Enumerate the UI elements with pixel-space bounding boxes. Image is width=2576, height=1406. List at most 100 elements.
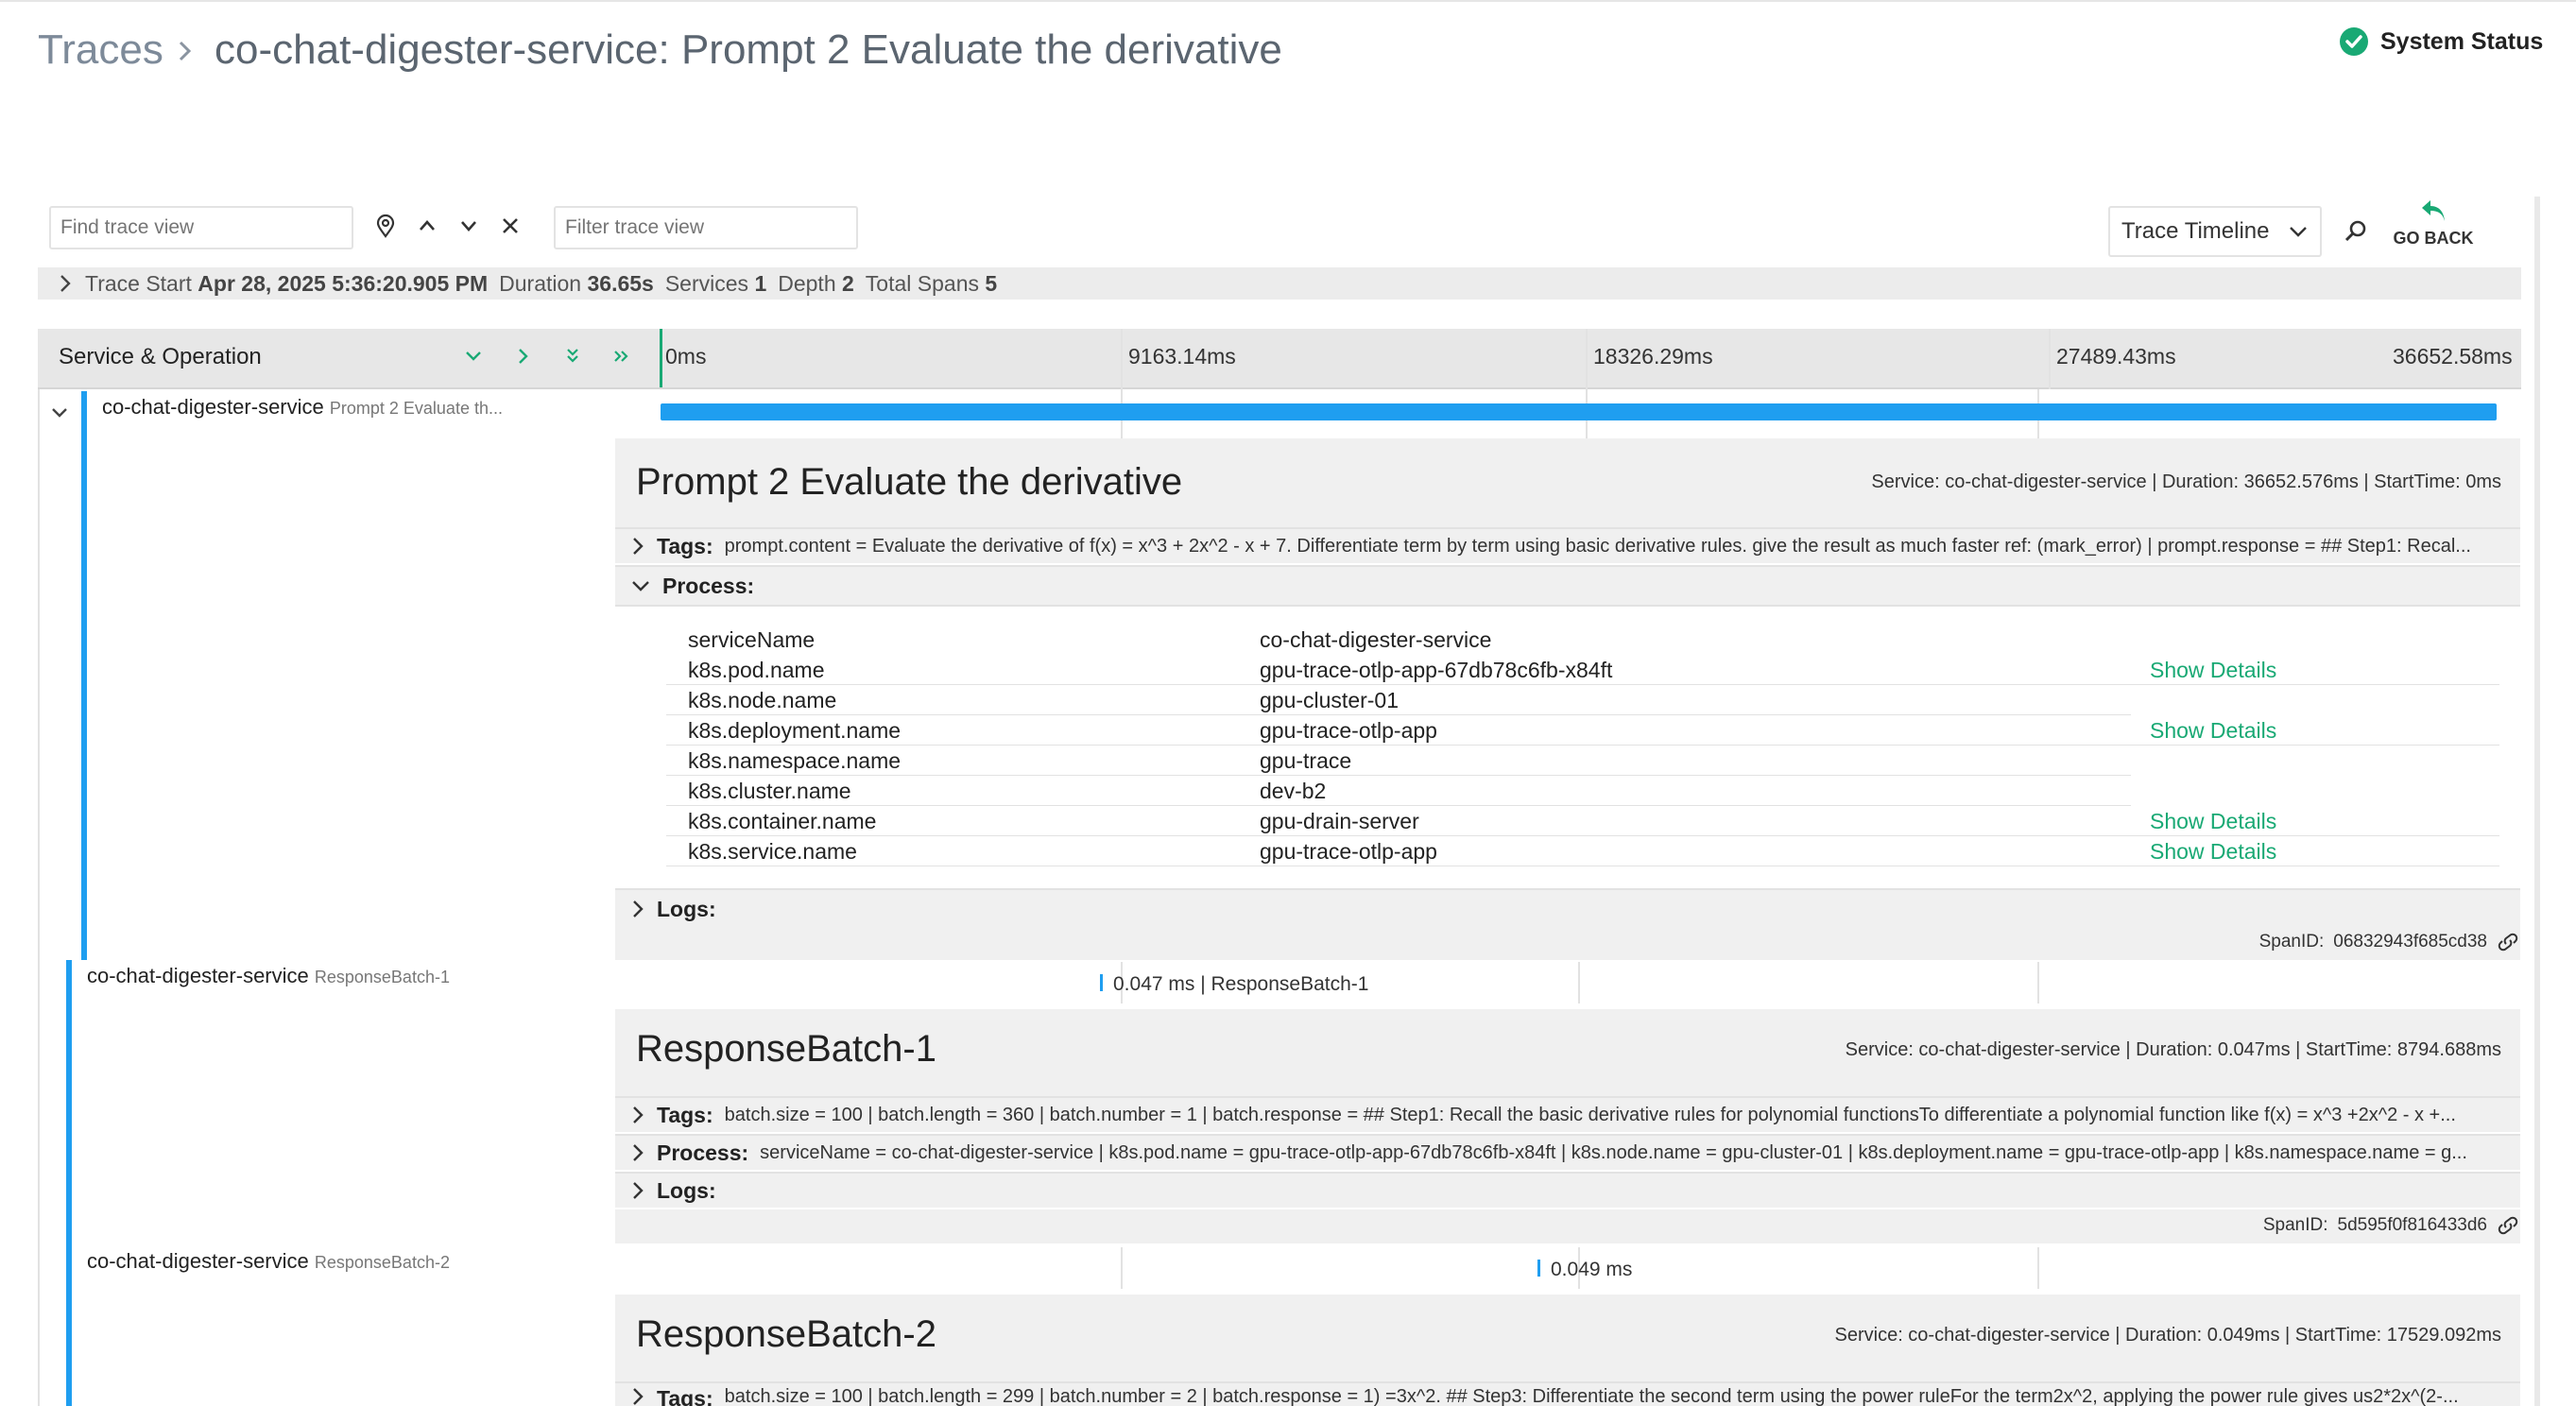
breadcrumb-traces-link[interactable]: Traces — [38, 26, 163, 74]
span-duration-bar[interactable] — [661, 403, 2497, 420]
prev-result-chevron-up-icon[interactable] — [411, 210, 443, 242]
process-key: k8s.deployment.name — [688, 718, 902, 743]
show-details-link[interactable]: Show Details — [2150, 809, 2276, 834]
logs-section-row[interactable]: Logs: — [615, 888, 2520, 928]
collapse-all-double-chevron-down-icon[interactable] — [557, 340, 589, 372]
left-border — [38, 389, 40, 1406]
spanid-value: 5d595f0f816433d6 — [2337, 1215, 2488, 1235]
search-icon[interactable] — [2340, 215, 2372, 248]
process-label: Process: — [657, 1140, 749, 1165]
next-result-chevron-down-icon[interactable] — [453, 210, 485, 242]
clear-search-close-icon[interactable] — [494, 210, 526, 242]
collapse-one-chevron-down-icon[interactable] — [457, 340, 489, 372]
span-title: ResponseBatch-1 — [636, 1028, 936, 1070]
spanid-row — [615, 1209, 2520, 1243]
process-section-row[interactable]: Process: serviceName = co-chat-digester-… — [615, 1134, 2520, 1170]
system-status-label: System Status — [2380, 27, 2544, 55]
span-duration-bar[interactable] — [1537, 1260, 1540, 1277]
logs-label: Logs: — [657, 1177, 716, 1203]
tick-label: 18326.29ms — [1593, 344, 1713, 369]
logs-section-row[interactable]: Logs: — [615, 1172, 2520, 1208]
go-back-label: GO BACK — [2393, 229, 2474, 248]
go-back-arrow-icon — [2389, 198, 2478, 223]
filter-trace-input[interactable] — [554, 206, 858, 249]
process-section-row[interactable]: Process: — [615, 565, 2520, 605]
process-row: k8s.node.name gpu-cluster-01 — [666, 685, 2131, 715]
go-back-button[interactable]: GO BACK — [2389, 198, 2478, 249]
spanid-label: SpanID: — [2258, 932, 2325, 952]
span-detail-header: Prompt 2 Evaluate the derivative Service… — [615, 438, 2520, 527]
tick-label: 9163.14ms — [1128, 344, 1236, 369]
copy-link-icon[interactable] — [2497, 933, 2519, 952]
span-row-label[interactable]: co-chat-digester-service ResponseBatch-2 — [87, 1249, 450, 1274]
expand-chevron-icon — [630, 536, 645, 557]
process-value: gpu-trace-otlp-app — [1260, 718, 1437, 743]
spanid-label: SpanID: — [2262, 1215, 2328, 1235]
find-trace-input[interactable] — [49, 206, 353, 249]
depth-value: 2 — [842, 270, 854, 296]
expand-chevron-icon — [630, 1386, 645, 1406]
process-row: k8s.container.name gpu-drain-server Show… — [666, 806, 2499, 836]
process-inline-value: serviceName = co-chat-digester-service |… — [760, 1141, 2467, 1163]
span-row-label[interactable]: co-chat-digester-service Prompt 2 Evalua… — [102, 395, 503, 420]
grid-line — [1121, 1247, 1123, 1289]
tags-section-row[interactable]: Tags: prompt.content = Evaluate the deri… — [615, 527, 2520, 563]
tags-section-row[interactable]: Tags: batch.size = 100 | batch.length = … — [615, 1096, 2520, 1132]
span-id: SpanID: 5d595f0f816433d6 — [2263, 1215, 2519, 1236]
process-row: k8s.pod.name gpu-trace-otlp-app-67db78c6… — [666, 655, 2499, 685]
span-meta: Service: co-chat-digester-service | Dura… — [1871, 472, 2501, 492]
process-row: k8s.deployment.name gpu-trace-otlp-app S… — [666, 715, 2499, 746]
timeline-resize-handle[interactable] — [660, 329, 662, 387]
tags-section-row[interactable]: Tags: batch.size = 100 | batch.length = … — [615, 1381, 2520, 1406]
show-details-link[interactable]: Show Details — [2150, 658, 2276, 683]
span-duration-bar[interactable] — [1100, 974, 1103, 991]
process-key: k8s.node.name — [688, 688, 837, 712]
span-operation-name: ResponseBatch-1 — [314, 968, 450, 986]
grid-line — [2037, 962, 2039, 1003]
grid-line — [1578, 962, 1580, 1003]
process-value: gpu-drain-server — [1260, 809, 1419, 833]
process-row: k8s.namespace.name gpu-trace — [666, 746, 2131, 776]
collapse-chevron-down-icon — [630, 578, 651, 593]
scrollbar[interactable] — [2534, 197, 2540, 1406]
spanid-value: 06832943f685cd38 — [2333, 932, 2487, 952]
expand-chevron-icon[interactable] — [57, 273, 74, 294]
expand-chevron-icon — [630, 1142, 645, 1163]
parent-depth-bar — [66, 960, 72, 1406]
tags-value: prompt.content = Evaluate the derivative… — [724, 535, 2471, 557]
services-label: Services — [664, 270, 749, 296]
process-value: co-chat-digester-service — [1260, 627, 1492, 652]
process-value: gpu-trace-otlp-app — [1260, 839, 1437, 864]
show-details-link[interactable]: Show Details — [2150, 718, 2276, 744]
span-detail-header: ResponseBatch-1 Service: co-chat-digeste… — [615, 1009, 2520, 1096]
span-bar-label: 0.047 ms | ResponseBatch-1 — [1113, 973, 1369, 995]
process-row: serviceName co-chat-digester-service — [666, 625, 2499, 655]
tick-divider — [1121, 329, 1123, 389]
span-service-name: co-chat-digester-service — [102, 395, 324, 419]
depth-label: Depth — [778, 270, 836, 296]
process-key: k8s.namespace.name — [688, 748, 902, 773]
locate-icon[interactable] — [369, 210, 402, 242]
span-collapse-chevron-down-icon[interactable] — [43, 397, 76, 429]
span-detail-header: ResponseBatch-2 Service: co-chat-digeste… — [615, 1295, 2520, 1381]
copy-link-icon[interactable] — [2497, 1216, 2519, 1235]
system-status-link[interactable]: System Status — [2339, 26, 2543, 57]
span-service-name: co-chat-digester-service — [87, 1249, 309, 1273]
grid-line — [2037, 1247, 2039, 1289]
tags-label: Tags: — [657, 1386, 713, 1406]
span-operation-name: Prompt 2 Evaluate th... — [329, 399, 503, 418]
expand-all-double-chevron-right-icon[interactable] — [606, 340, 638, 372]
process-value: gpu-trace-otlp-app-67db78c6fb-x84ft — [1260, 658, 1613, 682]
trace-start-value: Apr 28, 2025 5:36:20.905 PM — [197, 270, 489, 296]
process-value: dev-b2 — [1260, 779, 1327, 803]
process-row: k8s.service.name gpu-trace-otlp-app Show… — [666, 836, 2499, 866]
trace-summary-bar[interactable]: Trace Start Apr 28, 2025 5:36:20.905 PM … — [38, 267, 2521, 300]
view-mode-select[interactable]: Trace Timeline — [2108, 206, 2322, 257]
expand-one-chevron-right-icon[interactable] — [507, 340, 540, 372]
spanid-row — [615, 928, 2520, 960]
span-row-label[interactable]: co-chat-digester-service ResponseBatch-1 — [87, 964, 450, 988]
show-details-link[interactable]: Show Details — [2150, 839, 2276, 865]
process-key: k8s.cluster.name — [688, 779, 851, 803]
chevron-down-icon — [2288, 221, 2309, 242]
span-meta: Service: co-chat-digester-service | Dura… — [1834, 1325, 2502, 1346]
